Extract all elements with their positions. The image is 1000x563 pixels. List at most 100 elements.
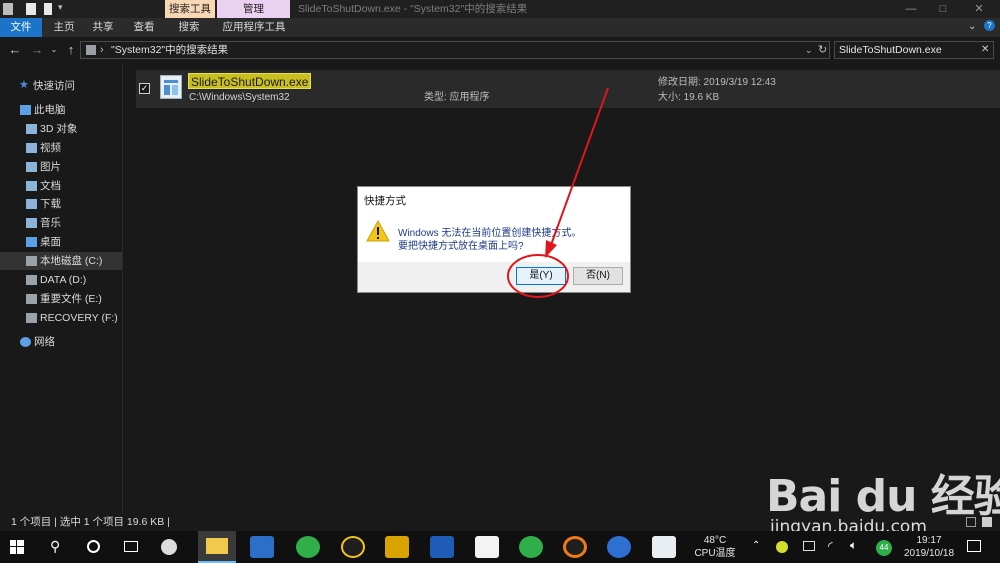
sidebar-item-label: RECOVERY (F:): [40, 312, 118, 324]
tab-search[interactable]: 搜索: [173, 18, 205, 37]
sidebar-item-music[interactable]: 音乐: [0, 214, 122, 232]
taskbar: ⚲ 48°C CPU温度 ⌃ ◜ 🔈︎ 44 19:17 2019/10/18: [0, 531, 1000, 563]
help-icon[interactable]: ?: [984, 20, 995, 31]
breadcrumb[interactable]: "System32"中的搜索结果: [111, 42, 228, 58]
window-title: SlideToShutDown.exe - "System32"中的搜索结果: [298, 3, 528, 15]
sidebar-item-this-pc[interactable]: 此电脑: [0, 101, 122, 119]
computer-icon: [20, 105, 31, 115]
search-input[interactable]: SlideToShutDown.exe ✕: [834, 41, 994, 59]
title-bar: ▾ 搜索工具 管理 SlideToShutDown.exe - "System3…: [0, 0, 1000, 18]
yes-button[interactable]: 是(Y): [516, 267, 566, 285]
up-arrow-icon[interactable]: ↑: [64, 41, 78, 59]
ribbon-expand-icon[interactable]: ⌄: [968, 21, 976, 32]
forward-arrow-icon[interactable]: →: [29, 41, 45, 59]
sidebar-item-pictures[interactable]: 图片: [0, 158, 122, 176]
action-center-icon[interactable]: [967, 540, 981, 552]
sidebar-item-label: 3D 对象: [40, 123, 78, 135]
sidebar-item-3d-objects[interactable]: 3D 对象: [0, 120, 122, 138]
maximize-button[interactable]: □: [928, 0, 958, 18]
breadcrumb-chevron-icon[interactable]: ›: [100, 42, 104, 58]
app-orange-ring-icon[interactable]: [563, 536, 587, 558]
sidebar-item-label: DATA (D:): [40, 274, 87, 286]
folder-video-icon: [26, 143, 37, 153]
no-button[interactable]: 否(N): [573, 267, 623, 285]
volume-icon[interactable]: 🔈︎: [850, 538, 857, 553]
network-icon: [20, 337, 31, 347]
watermark-logo-text: Bai du 经验: [766, 471, 1000, 522]
sidebar-item-quick-access[interactable]: ★ 快速访问: [0, 77, 122, 95]
customize-toolbar-icon[interactable]: ▾: [58, 2, 63, 13]
sidebar-item-drive-c[interactable]: 本地磁盘 (C:): [0, 252, 122, 270]
qq-icon[interactable]: [341, 536, 365, 558]
file-type: 类型: 应用程序: [424, 92, 490, 103]
app-pinwheel-icon[interactable]: [161, 539, 177, 555]
app-red-logo-icon[interactable]: [475, 536, 499, 558]
ribbon-tabs: 文件 主页 共享 查看 搜索 应用程序工具 ⌄ ?: [0, 18, 1000, 37]
show-hidden-icons-icon[interactable]: ⌃: [752, 540, 760, 551]
sidebar-item-label: 下载: [40, 198, 61, 210]
wechat-icon[interactable]: [519, 536, 543, 558]
sidebar-item-drive-e[interactable]: 重要文件 (E:): [0, 290, 122, 308]
context-tab-search-tools[interactable]: 搜索工具: [165, 0, 215, 18]
refresh-icon[interactable]: ↻: [818, 42, 827, 58]
address-dropdown-icon[interactable]: ⌄: [805, 42, 813, 58]
sidebar-item-desktop[interactable]: 桌面: [0, 233, 122, 251]
clock-date[interactable]: 2019/10/18: [898, 548, 960, 559]
sidebar-item-downloads[interactable]: 下载: [0, 195, 122, 213]
clock-time[interactable]: 19:17: [904, 535, 954, 546]
minimize-button[interactable]: —: [896, 0, 926, 18]
item-checkbox[interactable]: ✓: [139, 83, 150, 94]
folder-documents-icon: [26, 181, 37, 191]
dialog-title: 快捷方式: [364, 195, 406, 207]
tab-view[interactable]: 查看: [128, 18, 160, 37]
task-view-icon[interactable]: [124, 541, 138, 552]
close-button[interactable]: ✕: [964, 0, 994, 18]
dialog-button-bar: 是(Y) 否(N): [358, 262, 630, 292]
sidebar-item-drive-d[interactable]: DATA (D:): [0, 271, 122, 289]
sidebar-item-label: 本地磁盘 (C:): [40, 255, 103, 267]
navigation-pane: ★ 快速访问 此电脑 3D 对象 视频 图片 文档 下载 音乐 桌面 本地磁盘 …: [0, 63, 123, 513]
back-arrow-icon[interactable]: ←: [7, 41, 23, 59]
sidebar-item-label: 文档: [40, 180, 61, 192]
search-result-item[interactable]: ✓ SlideToShutDown.exe C:\Windows\System3…: [136, 70, 1000, 108]
drive-icon: [26, 275, 37, 285]
sidebar-item-documents[interactable]: 文档: [0, 177, 122, 195]
tray-badge-icon[interactable]: 44: [876, 540, 892, 556]
recent-locations-icon[interactable]: ⌄: [49, 41, 59, 59]
watermark-logo: Bai du 经验: [766, 460, 1000, 524]
app-icon[interactable]: [3, 3, 13, 15]
app-blue-icon[interactable]: [430, 536, 454, 558]
search-icon[interactable]: ⚲: [50, 538, 60, 555]
context-tab-manage[interactable]: 管理: [217, 0, 290, 18]
sidebar-item-drive-f[interactable]: RECOVERY (F:): [0, 309, 122, 327]
taskbar-explorer-active[interactable]: [198, 531, 236, 563]
battery-icon[interactable]: [803, 541, 815, 551]
tab-app-tools[interactable]: 应用程序工具: [222, 18, 286, 37]
clear-search-icon[interactable]: ✕: [981, 42, 989, 58]
wifi-icon[interactable]: ◜: [828, 539, 833, 553]
tab-home[interactable]: 主页: [48, 18, 80, 37]
cpu-temperature: 48°C: [703, 535, 727, 546]
windows-start-icon[interactable]: [10, 540, 24, 554]
new-folder-icon[interactable]: [44, 3, 52, 15]
folder-pictures-icon: [26, 162, 37, 172]
app-yellow-icon[interactable]: [385, 536, 409, 558]
qq-blue-icon[interactable]: [607, 536, 631, 558]
star-icon: ★: [19, 79, 29, 91]
slide-to-shutdown-icon[interactable]: [652, 536, 676, 558]
file-size: 大小: 19.6 KB: [658, 92, 720, 103]
sidebar-item-label: 网络: [34, 336, 55, 348]
address-bar[interactable]: › "System32"中的搜索结果 ⌄ ↻: [80, 41, 830, 59]
tray-app-icon[interactable]: [776, 541, 788, 553]
sidebar-item-network[interactable]: 网络: [0, 333, 122, 351]
file-name[interactable]: SlideToShutDown.exe: [188, 73, 312, 89]
browser-360-icon[interactable]: [296, 536, 320, 558]
store-icon[interactable]: [250, 536, 274, 558]
sidebar-item-videos[interactable]: 视频: [0, 139, 122, 157]
properties-icon[interactable]: [26, 3, 36, 15]
shortcut-dialog: 快捷方式 Windows 无法在当前位置创建快捷方式。 要把快捷方式放在桌面上吗…: [357, 186, 631, 293]
file-path: C:\Windows\System32: [189, 92, 290, 103]
tab-file[interactable]: 文件: [0, 18, 42, 37]
tab-share[interactable]: 共享: [87, 18, 119, 37]
cortana-icon[interactable]: [87, 540, 100, 553]
